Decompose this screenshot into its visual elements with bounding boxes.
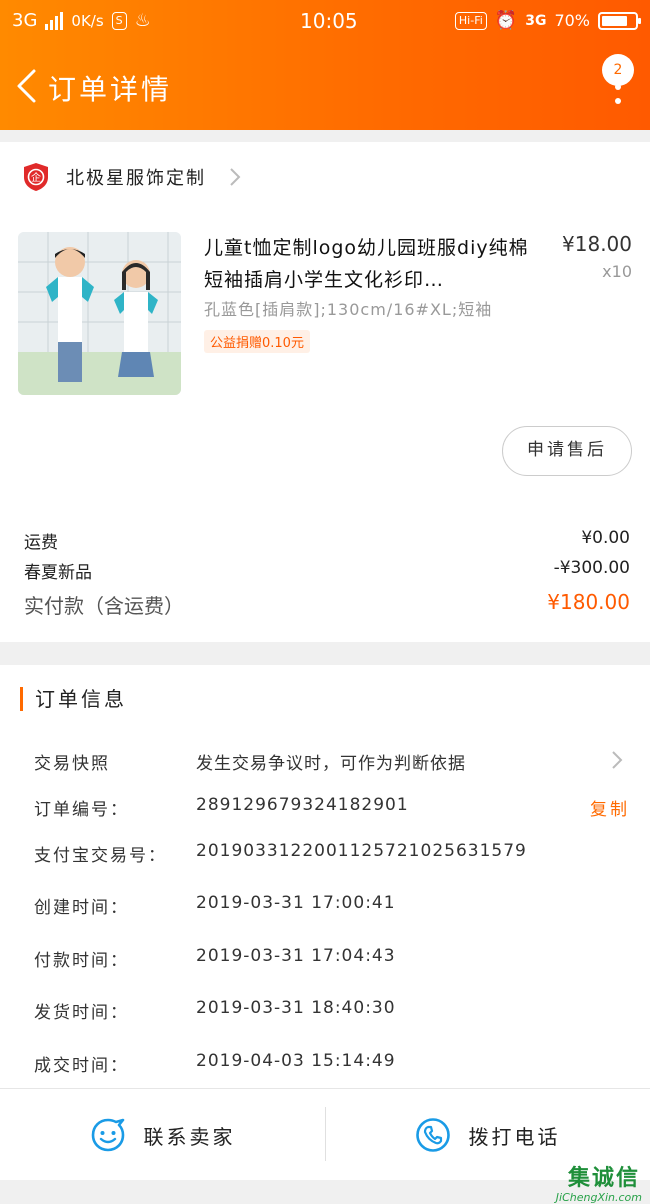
product-title[interactable]: 儿童t恤定制logo幼儿园班服diy纯棉短袖插肩小学生文化衫印… (204, 232, 544, 296)
more-menu-button[interactable]: 2 (594, 54, 634, 110)
network-type-2: 3G (525, 12, 547, 29)
info-value: 2019-03-31 17:00:41 (196, 893, 396, 913)
store-row[interactable]: 企 北极星服饰定制 (22, 162, 242, 192)
chevron-right-icon (230, 168, 241, 186)
alipay-trade-number: 2019033122001125721025631579 (196, 841, 527, 861)
info-label: 创建时间： (34, 898, 129, 918)
product-quantity: x10 (602, 262, 632, 281)
s-app-icon: S (111, 11, 127, 30)
net-speed: 0K/s (71, 11, 104, 30)
product-price: ¥18.00 (562, 232, 632, 256)
contact-seller-button[interactable]: 联系卖家 (0, 1089, 325, 1181)
status-bar: 3G 0K/s S ♨ 10:05 Hi-Fi ⏰ 3G 70% (0, 0, 650, 42)
section-title: 订单信息 (20, 687, 127, 711)
order-info-card: 订单信息 交易快照 发生交易争议时，可作为判断依据 订单编号： 28912967… (0, 665, 650, 1088)
info-value: 发生交易争议时，可作为判断依据 (196, 754, 466, 774)
app-header: 3G 0K/s S ♨ 10:05 Hi-Fi ⏰ 3G 70% 订单详情 2 (0, 0, 650, 130)
fee-value: -¥300.00 (553, 558, 630, 578)
fee-row-total: 实付款（含运费） ¥180.00 (24, 590, 630, 619)
total-paid-value: ¥180.00 (547, 590, 630, 614)
contact-seller-label: 联系卖家 (143, 1124, 236, 1149)
chat-smile-icon (91, 1118, 124, 1152)
info-label: 付款时间： (34, 951, 129, 971)
store-name[interactable]: 北极星服饰定制 (66, 164, 206, 190)
signal-icon (45, 11, 64, 30)
info-label: 发货时间： (34, 1003, 129, 1023)
info-label: 订单编号： (34, 800, 129, 820)
page-title: 订单详情 (48, 73, 173, 106)
alarm-icon: ⏰ (494, 10, 518, 31)
clock: 10:05 (300, 9, 358, 33)
flame-icon: ♨ (134, 10, 151, 31)
fee-row-shipping: 运费 ¥0.00 (24, 528, 630, 553)
order-item-card: 企 北极星服饰定制 儿童t恤定制logo幼儿园班服diy纯棉短袖插肩小学生文化衫… (0, 142, 650, 642)
back-arrow-icon[interactable] (14, 68, 40, 104)
chevron-right-icon (612, 751, 623, 769)
order-number: 289129679324182901 (196, 795, 409, 815)
fee-row-discount: 春夏新品 -¥300.00 (24, 558, 630, 583)
watermark-url: JiChengXin.com (555, 1191, 642, 1204)
info-label: 成交时间： (34, 1056, 129, 1076)
fee-label: 春夏新品 (24, 563, 92, 583)
info-label: 交易快照 (34, 754, 110, 774)
fee-label: 实付款（含运费） (24, 594, 184, 618)
call-phone-label: 拨打电话 (468, 1124, 561, 1149)
product-thumbnail[interactable] (18, 232, 181, 395)
more-vertical-icon (615, 84, 621, 104)
nav-bar: 订单详情 2 (0, 54, 650, 118)
fee-label: 运费 (24, 533, 58, 553)
network-type: 3G (12, 10, 38, 31)
message-badge: 2 (602, 54, 634, 86)
svg-text:企: 企 (31, 171, 41, 184)
charity-tag: 公益捐赠0.10元 (204, 330, 310, 353)
info-value: 2019-04-03 15:14:49 (196, 1051, 396, 1071)
product-item[interactable]: 儿童t恤定制logo幼儿园班服diy纯棉短袖插肩小学生文化衫印… ¥18.00 … (18, 232, 632, 397)
battery-percent: 70% (554, 11, 590, 30)
fee-value: ¥0.00 (581, 528, 630, 548)
product-spec: 孔蓝色[插肩款];130cm/16#XL;短袖 (204, 300, 493, 319)
bottom-action-bar: 联系卖家 拨打电话 (0, 1088, 650, 1180)
copy-button[interactable]: 复制 (590, 795, 630, 820)
phone-icon (415, 1118, 450, 1152)
info-value: 2019-03-31 18:40:30 (196, 998, 396, 1018)
apply-after-sale-button[interactable]: 申请售后 (502, 426, 632, 476)
info-value: 2019-03-31 17:04:43 (196, 946, 396, 966)
enterprise-shield-icon: 企 (24, 163, 48, 191)
battery-icon (598, 11, 641, 30)
hifi-badge: Hi-Fi (454, 11, 487, 30)
watermark-brand: 集诚信 (567, 1166, 640, 1191)
info-label: 支付宝交易号： (34, 846, 167, 866)
